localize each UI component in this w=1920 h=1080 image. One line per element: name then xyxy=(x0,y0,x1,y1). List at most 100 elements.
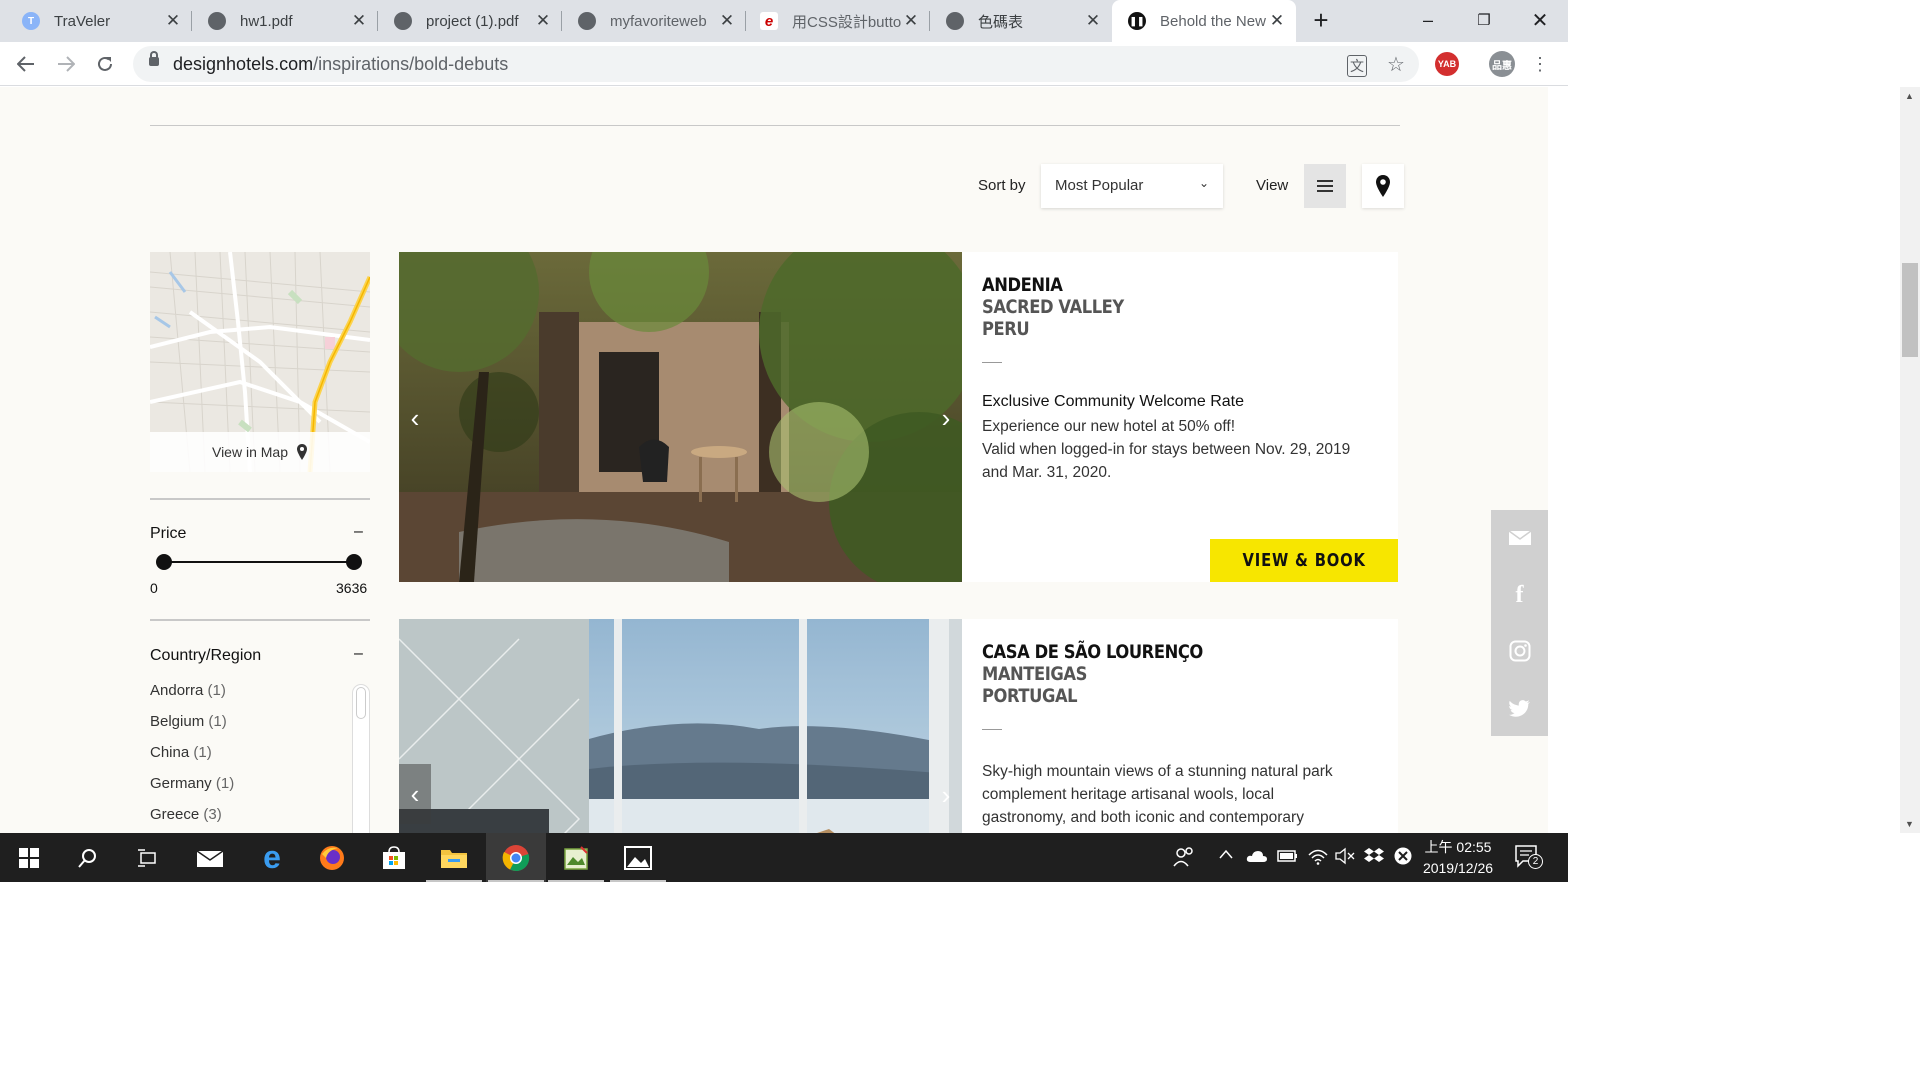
battery-icon[interactable] xyxy=(1277,849,1299,867)
view-label: View xyxy=(1256,177,1289,194)
price-slider-track[interactable] xyxy=(164,561,354,563)
hotel-info: ANDENIA SACRED VALLEY PERU Exclusive Com… xyxy=(982,274,1372,484)
country-option[interactable]: China (1) xyxy=(150,744,212,761)
price-slider-min-handle[interactable] xyxy=(156,554,172,570)
country-count: (3) xyxy=(203,806,222,823)
country-count: (1) xyxy=(193,744,212,761)
new-tab-plus-icon[interactable]: + xyxy=(1294,0,1348,40)
show-hidden-icons-chevron-up-icon[interactable] xyxy=(1219,846,1233,863)
offer-description: Experience our new hotel at 50% off! Val… xyxy=(982,418,1351,481)
wifi-icon[interactable] xyxy=(1307,847,1329,869)
edge-browser-icon[interactable]: e xyxy=(242,833,302,882)
country-option[interactable]: Belgium (1) xyxy=(150,713,227,730)
system-clock[interactable]: 上午 02:55 2019/12/26 xyxy=(1417,837,1499,879)
hotel-region: SACRED VALLEY xyxy=(982,296,1124,318)
view-and-book-button[interactable]: VIEW & BOOK xyxy=(1210,539,1398,582)
country-option[interactable]: Germany (1) xyxy=(150,775,234,792)
country-name: Germany xyxy=(150,775,212,792)
mini-map[interactable]: View in Map xyxy=(150,252,370,472)
hotel-region: MANTEIGAS xyxy=(982,663,1087,685)
close-tab-icon[interactable]: ✕ xyxy=(164,11,182,31)
tab-hw1-pdf[interactable]: hw1.pdf ✕ xyxy=(192,0,378,42)
photos-app-icon[interactable] xyxy=(608,833,668,882)
country-filter-title: Country/Region xyxy=(150,647,262,664)
restore-icon[interactable]: ❐ xyxy=(1456,0,1512,40)
country-count: (1) xyxy=(215,775,235,792)
hotel-name[interactable]: ANDENIA xyxy=(982,274,1317,296)
task-view-icon[interactable] xyxy=(118,833,178,882)
reload-icon[interactable] xyxy=(89,48,121,80)
close-tab-icon[interactable]: ✕ xyxy=(718,11,736,31)
hotel-card: ‹ › CASA DE SÃO LOURENÇO MANTEIGAS PORTU… xyxy=(399,619,1398,833)
carousel-prev-arrow-icon[interactable]: ‹ xyxy=(399,764,431,824)
close-tab-icon[interactable]: ✕ xyxy=(350,11,368,31)
onedrive-cloud-icon[interactable] xyxy=(1246,849,1268,867)
file-explorer-icon[interactable] xyxy=(424,833,484,882)
windows-taskbar: e 上午 02:55 2019/12/26 2 xyxy=(0,833,1568,882)
page-scrollbar[interactable]: ▲ ▼ xyxy=(1900,87,1920,833)
facebook-share-icon[interactable]: f xyxy=(1491,567,1548,623)
close-tab-icon[interactable]: ✕ xyxy=(902,11,920,31)
close-tab-icon[interactable]: ✕ xyxy=(534,11,552,31)
chrome-icon[interactable] xyxy=(486,833,546,882)
translate-icon[interactable]: 文 xyxy=(1347,55,1367,77)
image-editor-app-icon[interactable] xyxy=(546,833,606,882)
windows-start-icon[interactable] xyxy=(0,833,58,882)
globe-icon xyxy=(946,12,964,30)
volume-muted-icon[interactable] xyxy=(1334,847,1356,869)
firefox-icon[interactable] xyxy=(302,833,362,882)
blocked-app-icon[interactable] xyxy=(1393,846,1413,870)
dropbox-icon[interactable] xyxy=(1364,847,1384,869)
bookmark-star-icon[interactable]: ☆ xyxy=(1387,52,1405,77)
twitter-share-icon[interactable] xyxy=(1491,680,1548,736)
action-center-icon[interactable]: 2 xyxy=(1514,844,1543,874)
tab-color-chart[interactable]: 色碼表 ✕ xyxy=(930,0,1112,42)
sort-select-value: Most Popular xyxy=(1055,177,1144,194)
profile-avatar[interactable]: 品惠 xyxy=(1489,51,1515,77)
carousel-next-arrow-icon[interactable]: › xyxy=(930,779,962,811)
country-option[interactable]: Greece (3) xyxy=(150,806,222,823)
globe-icon xyxy=(578,12,596,30)
list-view-button[interactable] xyxy=(1304,164,1346,208)
scroll-down-icon[interactable]: ▼ xyxy=(1905,819,1914,829)
hotel-name[interactable]: CASA DE SÃO LOURENÇO xyxy=(982,641,1317,663)
tab-project-pdf[interactable]: project (1).pdf ✕ xyxy=(378,0,562,42)
view-in-map-link[interactable]: View in Map xyxy=(150,432,370,472)
close-tab-icon[interactable]: ✕ xyxy=(1084,11,1102,31)
store-icon[interactable] xyxy=(364,833,424,882)
country-collapse-toggle[interactable]: – xyxy=(354,645,363,663)
scroll-up-icon[interactable]: ▲ xyxy=(1905,91,1914,101)
people-icon[interactable] xyxy=(1173,846,1195,872)
tab-myfavoriteweb[interactable]: myfavoriteweb ✕ xyxy=(562,0,746,42)
tab-traveler[interactable]: T TraVeler ✕ xyxy=(0,0,192,42)
instagram-share-icon[interactable] xyxy=(1491,623,1548,679)
scrollbar-thumb[interactable] xyxy=(1902,263,1918,357)
carousel-prev-arrow-icon[interactable]: ‹ xyxy=(399,402,431,434)
header-divider xyxy=(150,125,1400,126)
yab-extension-icon[interactable]: YAB xyxy=(1435,52,1459,76)
map-view-button[interactable] xyxy=(1362,164,1404,208)
close-tab-icon[interactable]: ✕ xyxy=(1268,11,1286,31)
country-list-scrollbar[interactable] xyxy=(352,684,370,833)
hotel-country: PERU xyxy=(982,318,1030,340)
hotel-photo xyxy=(399,619,962,833)
close-window-icon[interactable]: ✕ xyxy=(1512,0,1568,40)
back-arrow-icon[interactable] xyxy=(10,48,42,80)
sort-select[interactable]: Most Popular ⌄ xyxy=(1041,164,1223,208)
email-share-icon[interactable] xyxy=(1491,510,1548,566)
country-option[interactable]: Andorra (1) xyxy=(150,682,226,699)
mail-app-icon[interactable] xyxy=(180,833,240,882)
info-dash-divider xyxy=(982,729,1002,730)
price-collapse-toggle[interactable]: – xyxy=(354,523,363,541)
tab-css-button[interactable]: e 用CSS設計butto ✕ xyxy=(746,0,930,42)
minimize-icon[interactable]: – xyxy=(1400,0,1456,40)
forward-arrow-icon[interactable] xyxy=(50,48,82,80)
page-content: Sort by Most Popular ⌄ View View in Map … xyxy=(0,87,1548,833)
address-bar[interactable]: designhotels.com/inspirations/bold-debut… xyxy=(133,46,1419,82)
carousel-next-arrow-icon[interactable]: › xyxy=(930,402,962,434)
price-slider-max-handle[interactable] xyxy=(346,554,362,570)
social-share-bar: f xyxy=(1491,510,1548,736)
search-icon[interactable] xyxy=(58,833,118,882)
tab-behold-the-new[interactable]: ❚❚ Behold the New ✕ xyxy=(1112,0,1296,42)
chrome-menu-icon[interactable]: ⋮ xyxy=(1524,48,1556,80)
